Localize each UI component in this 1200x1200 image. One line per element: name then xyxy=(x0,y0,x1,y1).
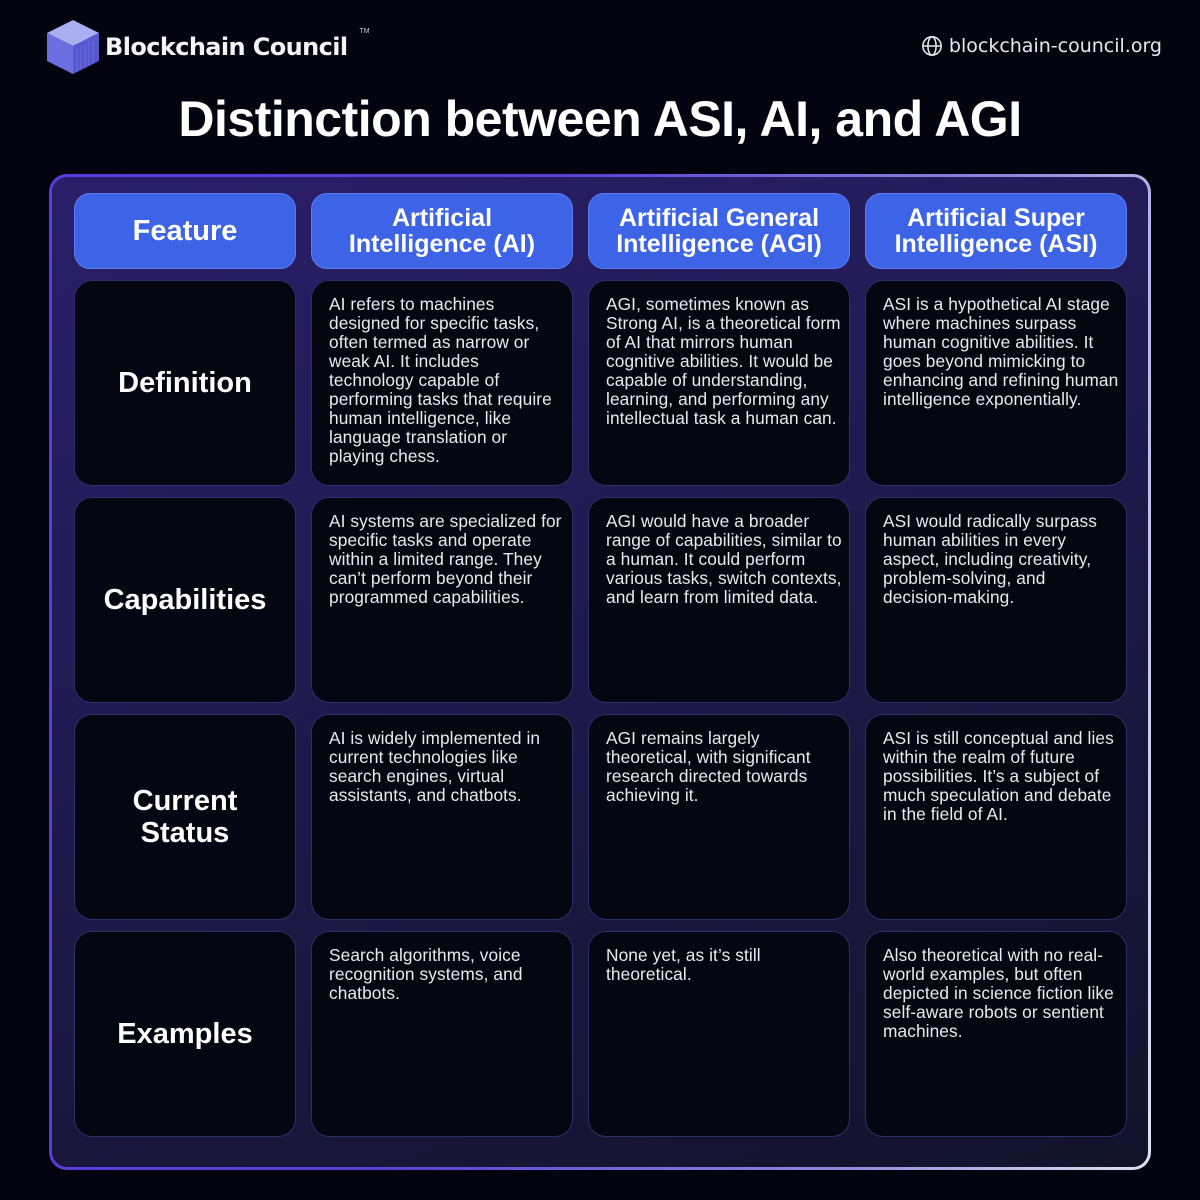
website-link[interactable]: blockchain-council.org xyxy=(921,35,1162,57)
comparison-table: Feature Artificial Intelligence (AI) Art… xyxy=(74,193,1127,1137)
website-url[interactable]: blockchain-council.org xyxy=(949,35,1162,57)
cell-definition-asi: ASI is a hypothetical AI stage where mac… xyxy=(865,280,1127,486)
comparison-table-frame: Feature Artificial Intelligence (AI) Art… xyxy=(49,174,1151,1170)
cell-capabilities-agi: AGI would have a broader range of capabi… xyxy=(588,497,850,703)
cell-definition-ai: AI refers to machines designed for speci… xyxy=(311,280,573,486)
header-agi: Artificial General Intelligence (AGI) xyxy=(588,193,850,269)
header-asi: Artificial Super Intelligence (ASI) xyxy=(865,193,1127,269)
page-title: Distinction between ASI, AI, and AGI xyxy=(178,91,1022,147)
globe-icon xyxy=(921,36,942,56)
header-feature: Feature xyxy=(74,193,296,269)
cell-examples-ai: Search algorithms, voice recognition sys… xyxy=(311,931,573,1137)
row-label-current-status: Current Status xyxy=(74,714,296,920)
cell-status-asi: ASI is still conceptual and lies within … xyxy=(865,714,1127,920)
cell-examples-asi: Also theoretical with no real-world exam… xyxy=(865,931,1127,1137)
cell-capabilities-ai: AI systems are specialized for specific … xyxy=(311,497,573,703)
brand: Blockchain Council TM xyxy=(45,18,370,76)
infographic-page: Blockchain Council TM blockchain-council… xyxy=(0,0,1200,1200)
cell-status-agi: AGI remains largely theoretical, with si… xyxy=(588,714,850,920)
cube-logo-icon xyxy=(47,20,99,74)
cell-capabilities-asi: ASI would radically surpass human abilit… xyxy=(865,497,1127,703)
cell-examples-agi: None yet, as it’s still theoretical. xyxy=(588,931,850,1137)
row-label-capabilities: Capabilities xyxy=(74,497,296,703)
cell-definition-agi: AGI, sometimes known as Strong AI, is a … xyxy=(588,280,850,486)
row-label-definition: Definition xyxy=(74,280,296,486)
trademark-mark: TM xyxy=(359,28,370,35)
header-ai: Artificial Intelligence (AI) xyxy=(311,193,573,269)
cell-status-ai: AI is widely implemented in current tech… xyxy=(311,714,573,920)
brand-name: Blockchain Council xyxy=(105,33,348,61)
row-label-examples: Examples xyxy=(74,931,296,1137)
